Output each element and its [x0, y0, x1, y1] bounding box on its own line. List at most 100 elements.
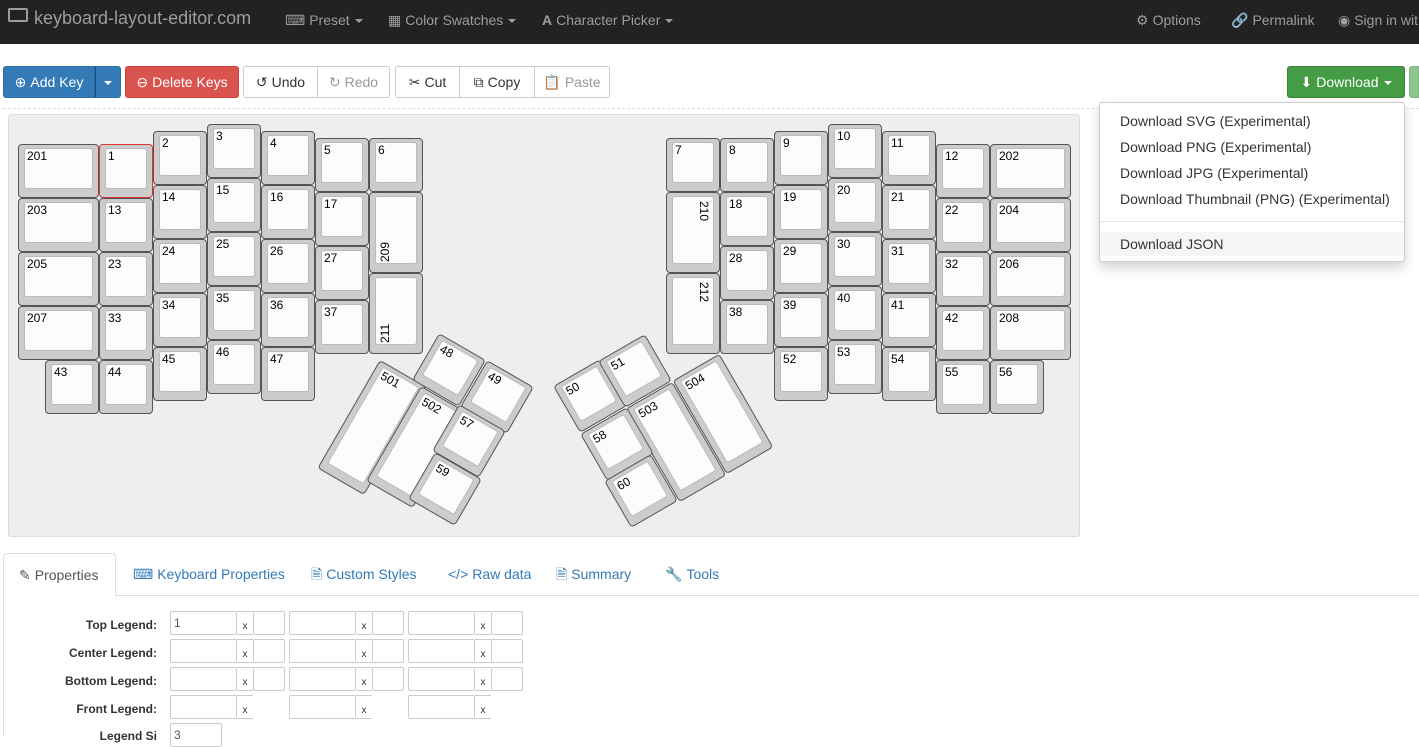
key[interactable]: 204 [990, 198, 1071, 252]
preset-menu[interactable]: ⌨ Preset [285, 12, 363, 29]
legend-color-input[interactable] [491, 667, 523, 691]
key[interactable]: 14 [153, 185, 207, 239]
key[interactable]: 52 [774, 347, 828, 401]
key[interactable]: 19 [774, 185, 828, 239]
key[interactable]: 31 [882, 239, 936, 293]
clear-legend-button[interactable]: x [237, 695, 253, 719]
download-thumbnail-item[interactable]: Download Thumbnail (PNG) (Experimental) [1100, 187, 1404, 211]
clear-legend-button[interactable]: x [475, 611, 491, 635]
key[interactable]: 201 [18, 144, 99, 198]
download-json-item[interactable]: Download JSON [1100, 232, 1404, 256]
tab-keyboard-properties[interactable]: ⌨ Keyboard Properties [133, 553, 285, 595]
clear-legend-button[interactable]: x [356, 611, 372, 635]
legend-color-input[interactable] [491, 611, 523, 635]
key[interactable]: 18 [720, 192, 774, 246]
key[interactable]: 40 [828, 286, 882, 340]
color-swatches-menu[interactable]: ▦ Color Swatches [388, 12, 517, 29]
key[interactable]: 2 [153, 131, 207, 185]
key[interactable]: 53 [828, 340, 882, 394]
key[interactable]: 9 [774, 131, 828, 185]
key[interactable]: 1 [99, 144, 153, 198]
key[interactable]: 28 [720, 246, 774, 300]
key[interactable]: 202 [990, 144, 1071, 198]
character-picker-menu[interactable]: A Character Picker [542, 12, 674, 28]
legend-input[interactable] [289, 611, 356, 635]
key[interactable]: 38 [720, 300, 774, 354]
key[interactable]: 23 [99, 252, 153, 306]
key[interactable]: 26 [261, 239, 315, 293]
key[interactable]: 7 [666, 138, 720, 192]
legend-input[interactable] [170, 667, 237, 691]
key[interactable]: 41 [882, 293, 936, 347]
key[interactable]: 45 [153, 347, 207, 401]
key[interactable]: 211 [369, 273, 423, 354]
key[interactable]: 47 [261, 347, 315, 401]
key[interactable]: 15 [207, 178, 261, 232]
tab-raw-data[interactable]: </> Raw data [448, 553, 531, 595]
copy-button[interactable]: ⧉ Copy [459, 66, 535, 98]
download-svg-item[interactable]: Download SVG (Experimental) [1100, 109, 1404, 133]
legend-input[interactable]: 1 [170, 611, 237, 635]
key[interactable]: 17 [315, 192, 369, 246]
clear-legend-button[interactable]: x [475, 639, 491, 663]
key[interactable]: 42 [936, 306, 990, 360]
key[interactable]: 43 [45, 360, 99, 414]
legend-color-input[interactable] [491, 639, 523, 663]
key[interactable]: 11 [882, 131, 936, 185]
key[interactable]: 207 [18, 306, 99, 360]
tab-custom-styles[interactable]: 🗎 Custom Styles [311, 553, 417, 595]
key[interactable]: 55 [936, 360, 990, 414]
key[interactable]: 12 [936, 144, 990, 198]
key[interactable]: 210 [666, 192, 720, 273]
legend-color-input[interactable] [253, 667, 285, 691]
legend-input[interactable] [289, 639, 356, 663]
key[interactable]: 10 [828, 124, 882, 178]
key[interactable]: 22 [936, 198, 990, 252]
download-button[interactable]: ⬇ Download [1287, 66, 1405, 98]
key[interactable]: 44 [99, 360, 153, 414]
clear-legend-button[interactable]: x [475, 667, 491, 691]
key[interactable]: 206 [990, 252, 1071, 306]
clear-legend-button[interactable]: x [356, 639, 372, 663]
tab-tools[interactable]: 🔧 Tools [665, 553, 719, 595]
delete-keys-button[interactable]: ⊖ Delete Keys [125, 66, 239, 98]
legend-input[interactable] [408, 695, 475, 719]
key[interactable]: 208 [990, 306, 1071, 360]
key[interactable]: 16 [261, 185, 315, 239]
paste-button[interactable]: 📋 Paste [534, 66, 610, 98]
key[interactable]: 25 [207, 232, 261, 286]
legend-input[interactable] [170, 639, 237, 663]
legend-input[interactable] [408, 611, 475, 635]
add-key-button[interactable]: ⊕ Add Key [3, 66, 95, 98]
key[interactable]: 20 [828, 178, 882, 232]
key[interactable]: 203 [18, 198, 99, 252]
legend-input[interactable] [170, 695, 237, 719]
key[interactable]: 29 [774, 239, 828, 293]
key[interactable]: 35 [207, 286, 261, 340]
permalink-link[interactable]: 🔗 Permalink [1231, 12, 1315, 29]
keyboard-editor[interactable]: 201 1 2 3 4 5 6 203 13 14 15 16 17 209 205 23 24 25 26 27 20… [8, 114, 1080, 537]
legend-input[interactable] [408, 667, 475, 691]
key[interactable]: 34 [153, 293, 207, 347]
redo-button[interactable]: ↻ Redo [317, 66, 390, 98]
download-png-item[interactable]: Download PNG (Experimental) [1100, 135, 1404, 159]
key[interactable]: 24 [153, 239, 207, 293]
legend-input[interactable] [408, 639, 475, 663]
clear-legend-button[interactable]: x [237, 611, 253, 635]
legend-color-input[interactable] [372, 611, 404, 635]
key[interactable]: 21 [882, 185, 936, 239]
key[interactable]: 27 [315, 246, 369, 300]
brand-link[interactable]: keyboard-layout-editor.com [8, 8, 251, 29]
tab-properties[interactable]: ✎ Properties [3, 553, 116, 596]
legend-color-input[interactable] [253, 639, 285, 663]
cut-button[interactable]: ✂ Cut [395, 66, 460, 98]
legend-color-input[interactable] [253, 611, 285, 635]
key[interactable]: 56 [990, 360, 1044, 414]
download-jpg-item[interactable]: Download JPG (Experimental) [1100, 161, 1404, 185]
upload-button[interactable] [1409, 66, 1419, 98]
key[interactable]: 4 [261, 131, 315, 185]
tab-summary[interactable]: 🗎 Summary [556, 553, 631, 595]
clear-legend-button[interactable]: x [356, 695, 372, 719]
legend-input[interactable] [289, 667, 356, 691]
key[interactable]: 33 [99, 306, 153, 360]
